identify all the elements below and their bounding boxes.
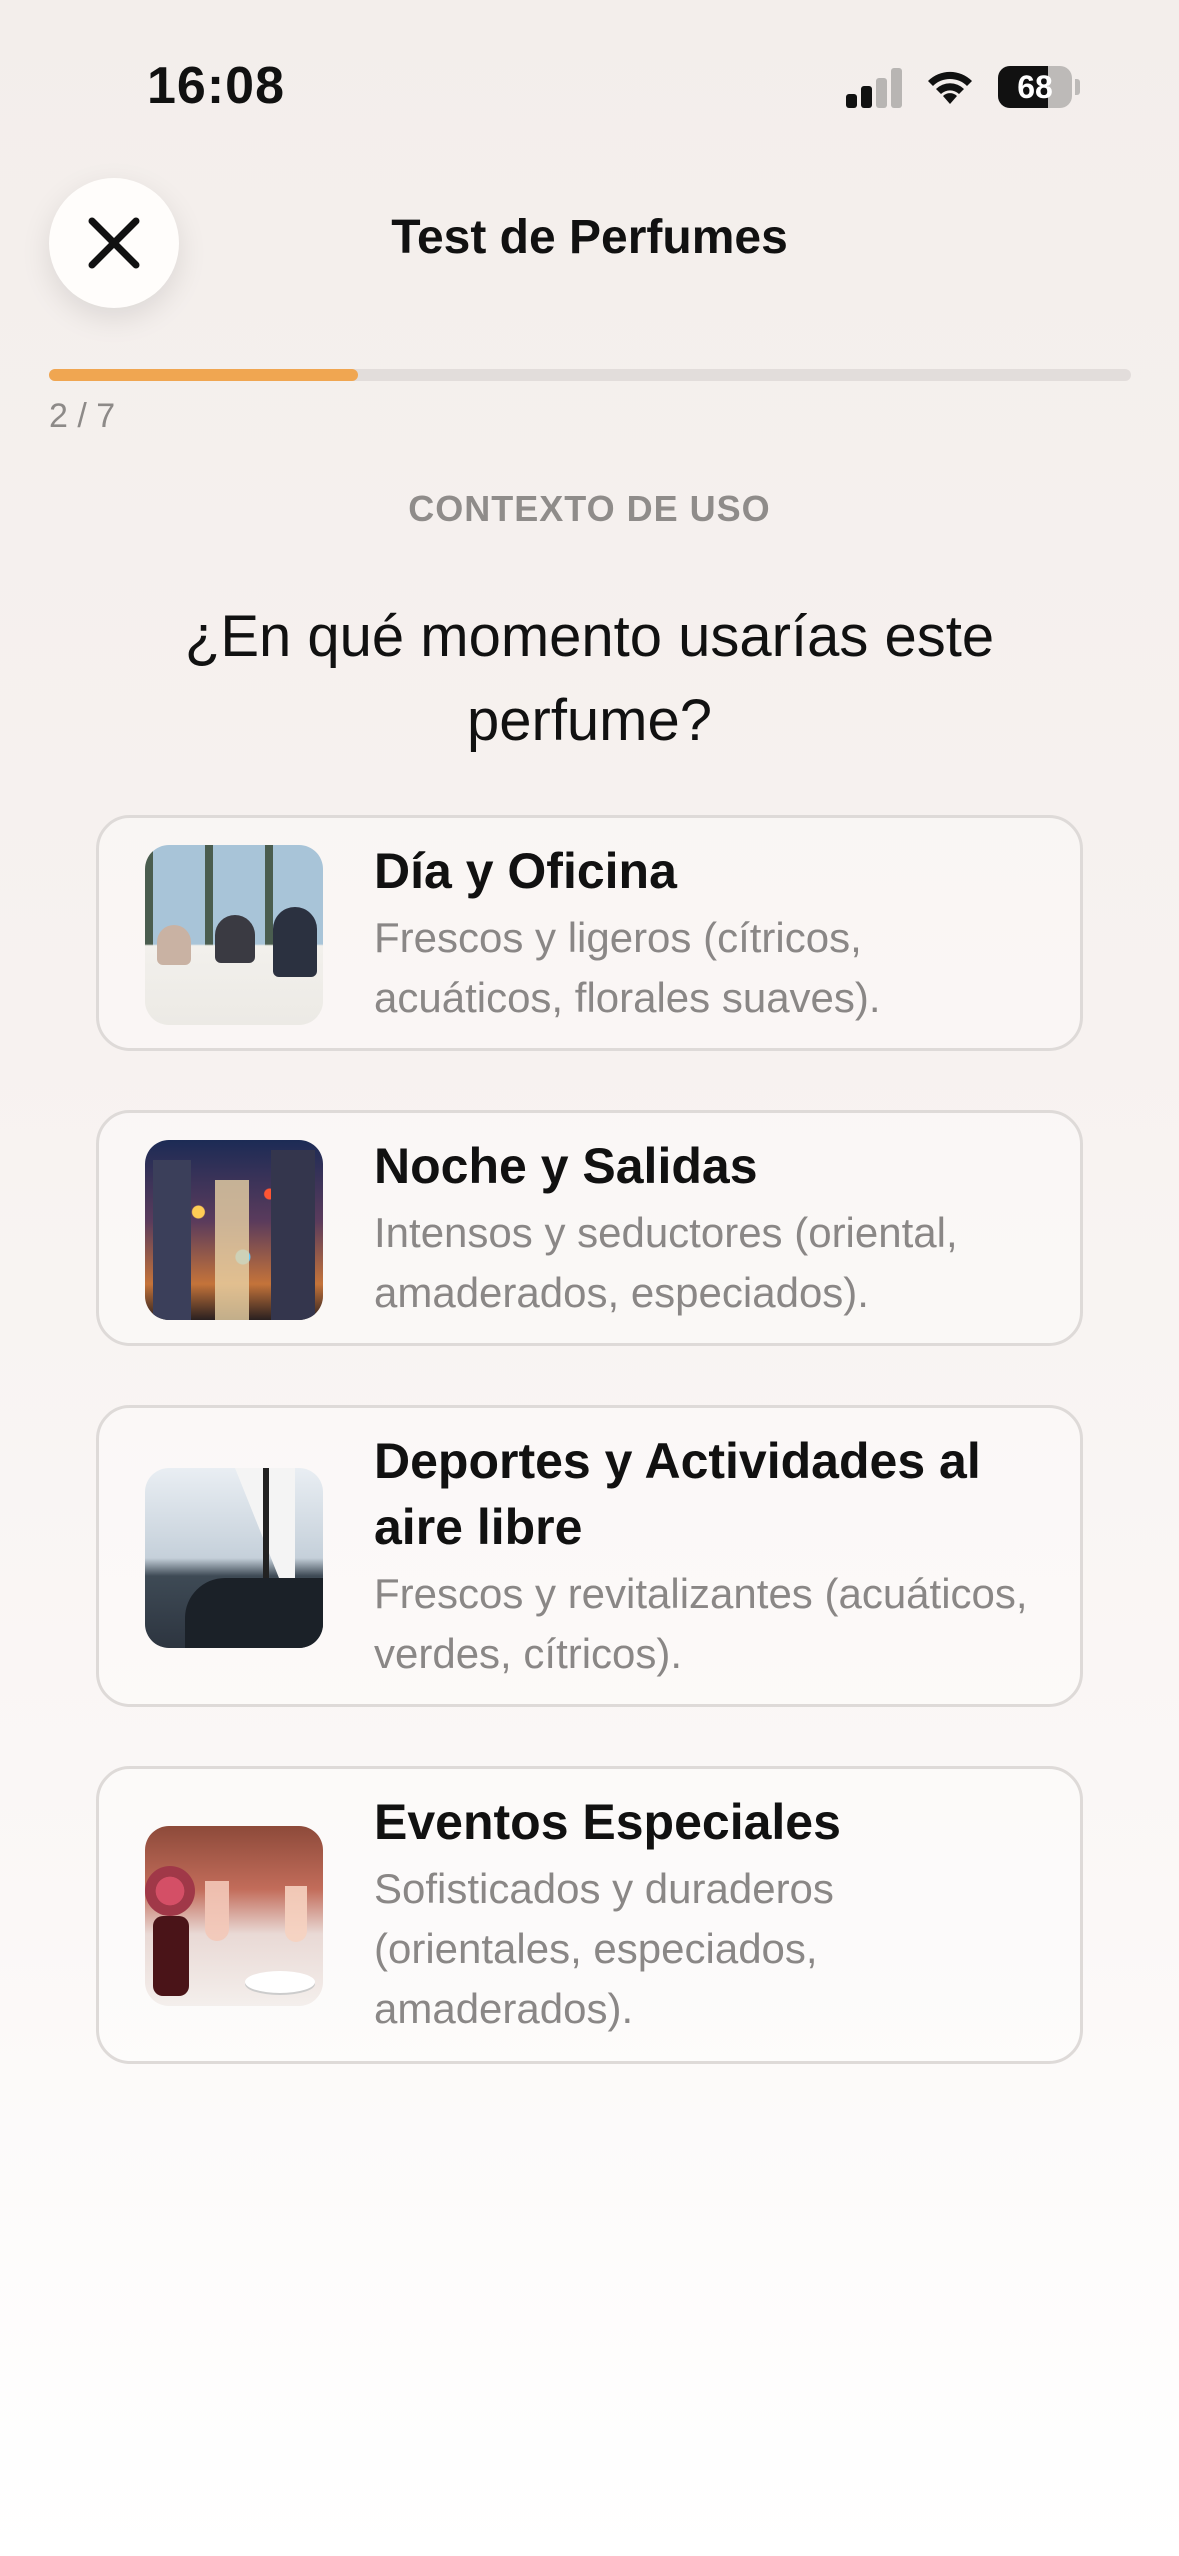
section-label: CONTEXTO DE USO [408,488,771,529]
cellular-signal-icon [846,68,906,108]
elegant-dinner-photo [145,1826,323,2006]
office-meeting-photo [145,845,323,1025]
page-title: Test de Perfumes [391,211,788,264]
option-description: Intensos y seductores (oriental, amadera… [374,1209,958,1316]
status-time: 16:08 [147,57,285,115]
option-title: Eventos Especiales [374,1794,841,1850]
wifi-icon [928,71,972,104]
option-title: Día y Oficina [374,843,677,899]
status-bar: 16:08 68 [0,0,1179,160]
progress-label: 2 / 7 [49,397,116,435]
progress-bar [49,369,1131,381]
question-heading: ¿En qué momento usarías este perfume? [184,604,995,753]
option-noche-salidas[interactable]: Noche y Salidas Intensos y seductores (o… [96,1110,1083,1346]
city-night-photo [145,1140,323,1320]
battery-cap [1075,79,1080,95]
sailboat-photo [145,1468,323,1648]
battery-level: 68 [1017,69,1053,105]
battery-icon: 68 [998,66,1072,108]
option-title: Noche y Salidas [374,1138,758,1194]
option-dia-oficina[interactable]: Día y Oficina Frescos y ligeros (cítrico… [96,815,1083,1051]
option-title: Deportes y Actividades al aire libre [374,1433,981,1555]
option-description: Frescos y revitalizantes (acuáticos, ver… [374,1570,1028,1677]
option-deportes-aire-libre[interactable]: Deportes y Actividades al aire libre Fre… [96,1405,1083,1707]
option-eventos-especiales[interactable]: Eventos Especiales Sofisticados y durade… [96,1766,1083,2064]
progress-bar-fill [49,369,359,381]
option-description: Frescos y ligeros (cítricos, acuáticos, … [374,914,881,1021]
option-description: Sofisticados y duraderos (orientales, es… [374,1865,834,2032]
